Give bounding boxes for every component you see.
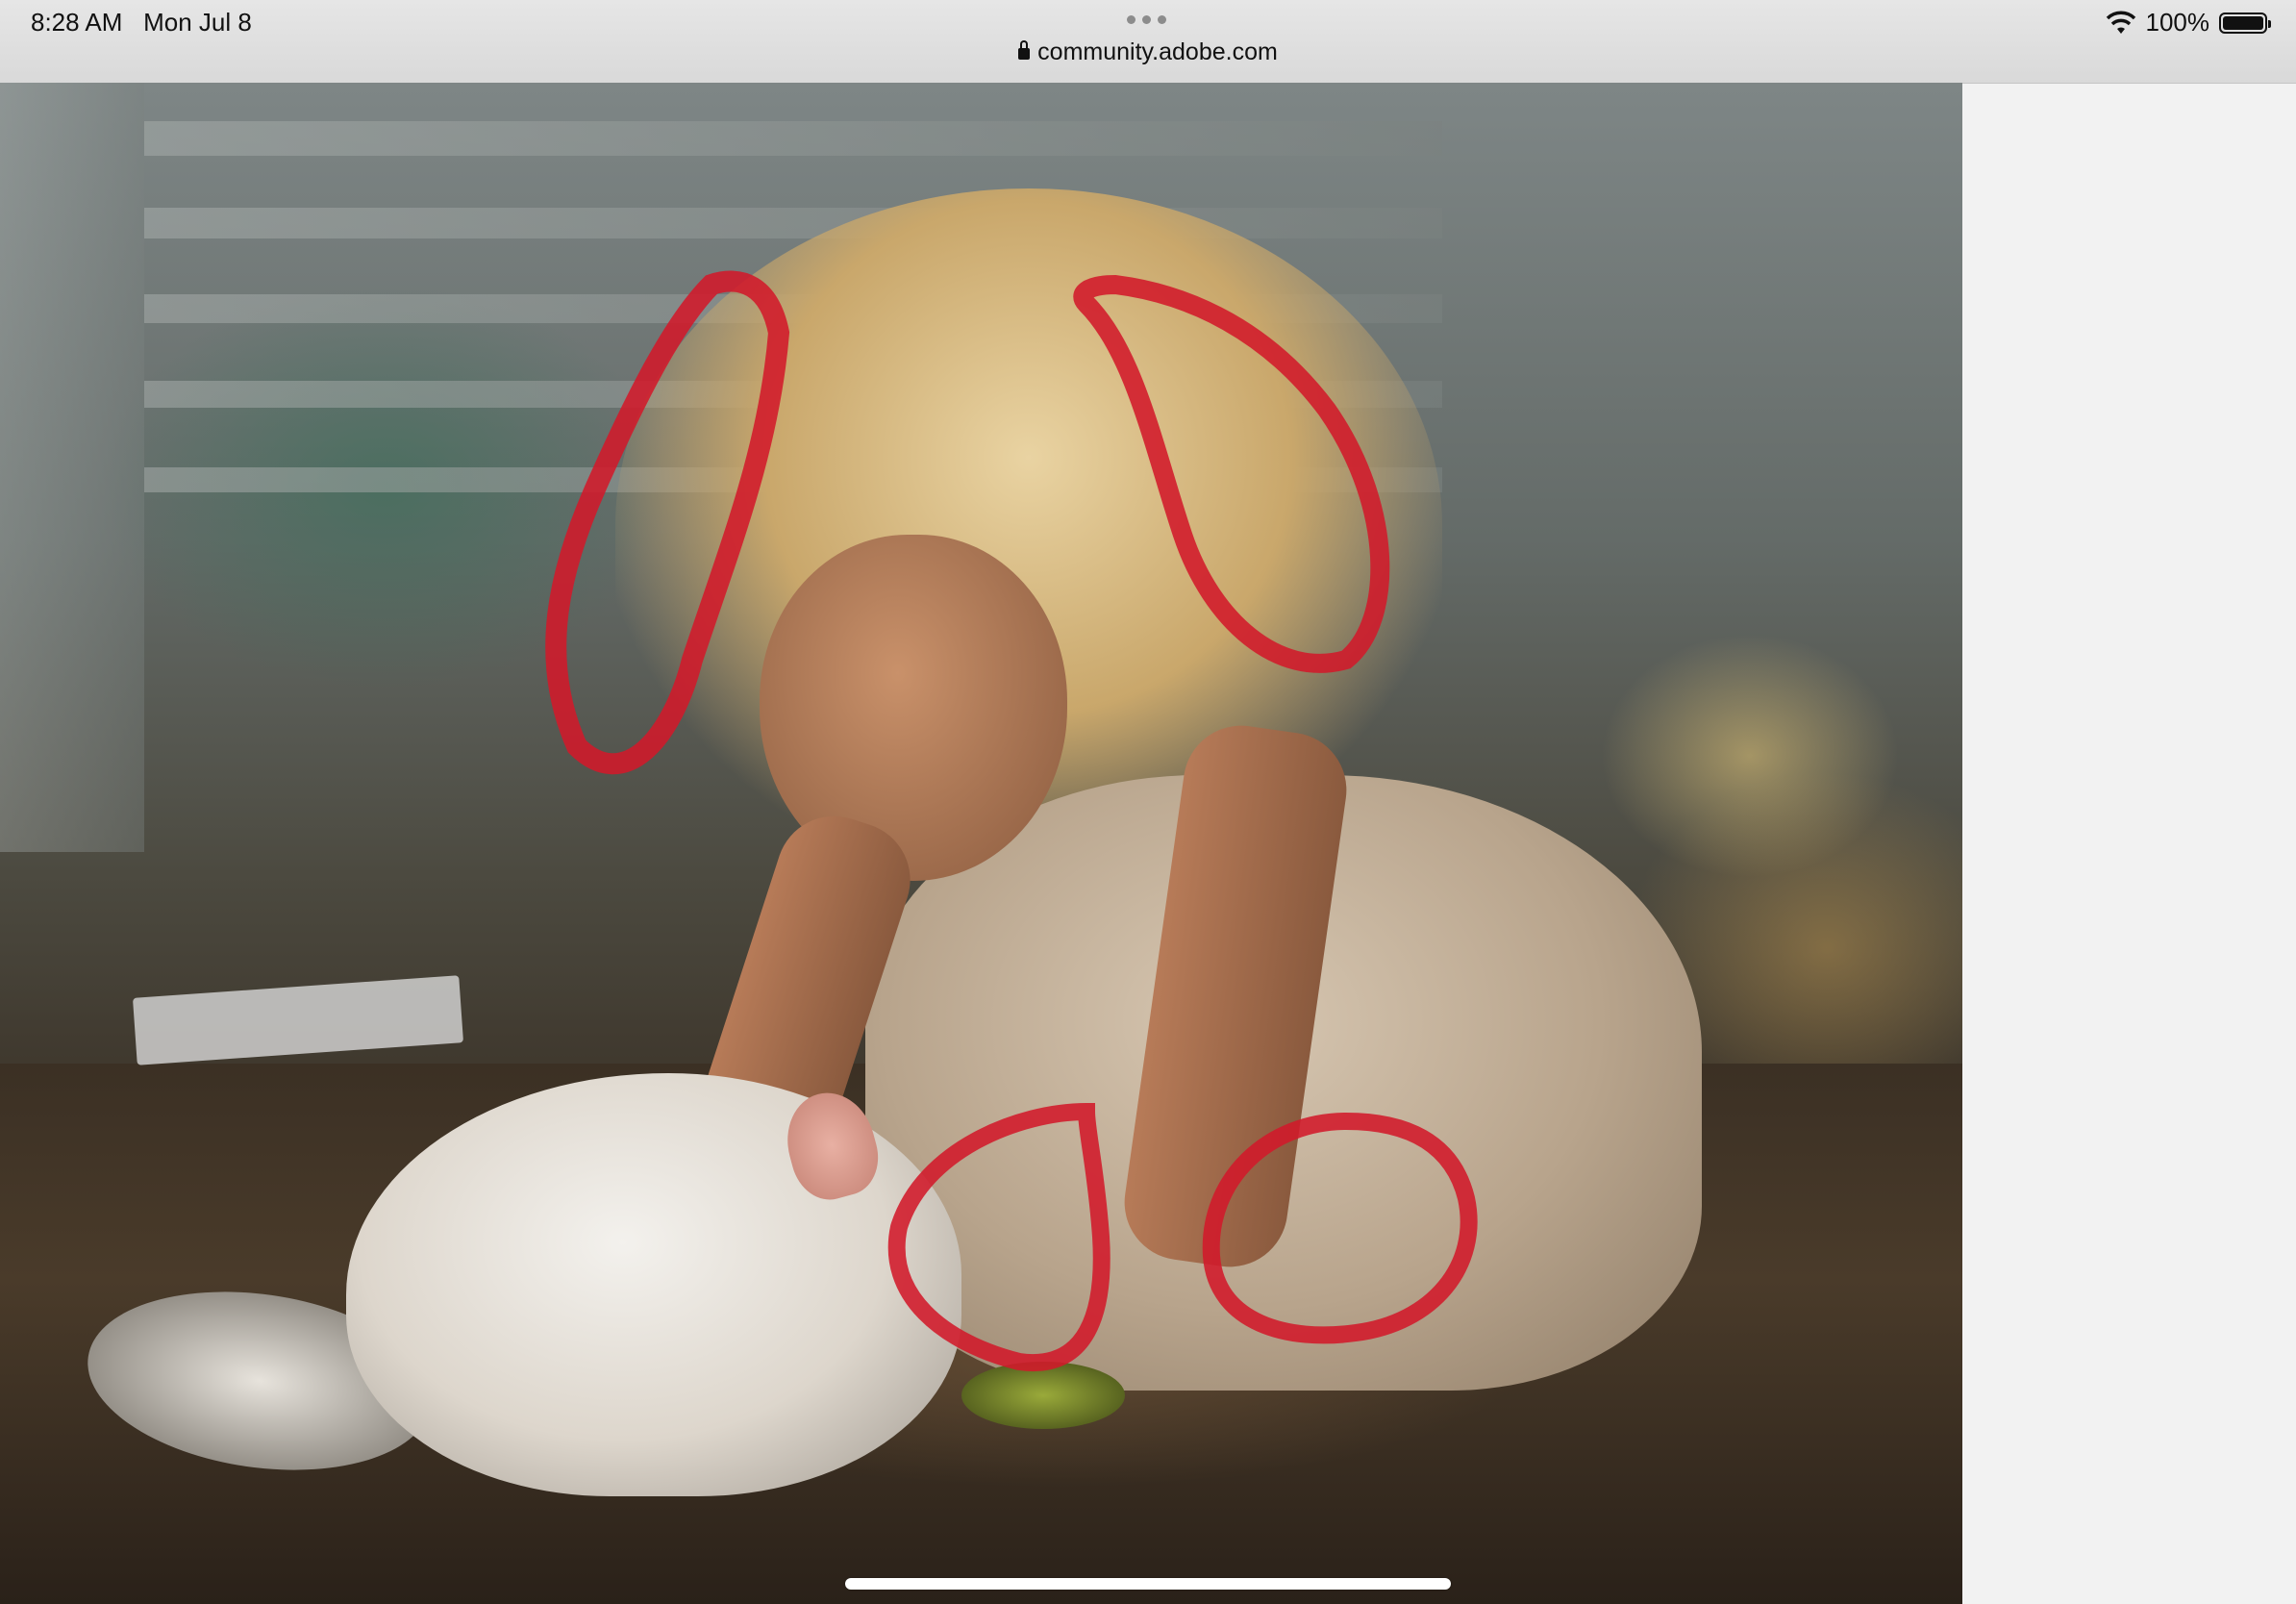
battery-icon (2219, 12, 2271, 34)
status-time-date: 8:28 AM Mon Jul 8 (31, 8, 252, 38)
status-time: 8:28 AM (31, 8, 123, 37)
status-bar: 8:28 AM Mon Jul 8 community.adobe.com 10… (0, 0, 2296, 84)
multitasking-dots-icon[interactable] (1127, 15, 1166, 24)
address-bar[interactable]: community.adobe.com (0, 38, 2296, 66)
status-date: Mon Jul 8 (143, 8, 252, 37)
wifi-icon (2106, 11, 2135, 34)
annotation-layer (545, 270, 1478, 1372)
photo-image (0, 83, 1962, 1604)
hand-circle (887, 1102, 1111, 1372)
knee-circle (1202, 1112, 1478, 1344)
home-indicator[interactable] (845, 1578, 1451, 1590)
status-indicators: 100% (2106, 8, 2271, 38)
right-hair-outline (1073, 274, 1390, 673)
lock-icon (1018, 40, 1031, 60)
url-text: community.adobe.com (1037, 38, 1278, 65)
battery-percent: 100% (2145, 8, 2210, 37)
left-hair-outline (545, 270, 790, 775)
